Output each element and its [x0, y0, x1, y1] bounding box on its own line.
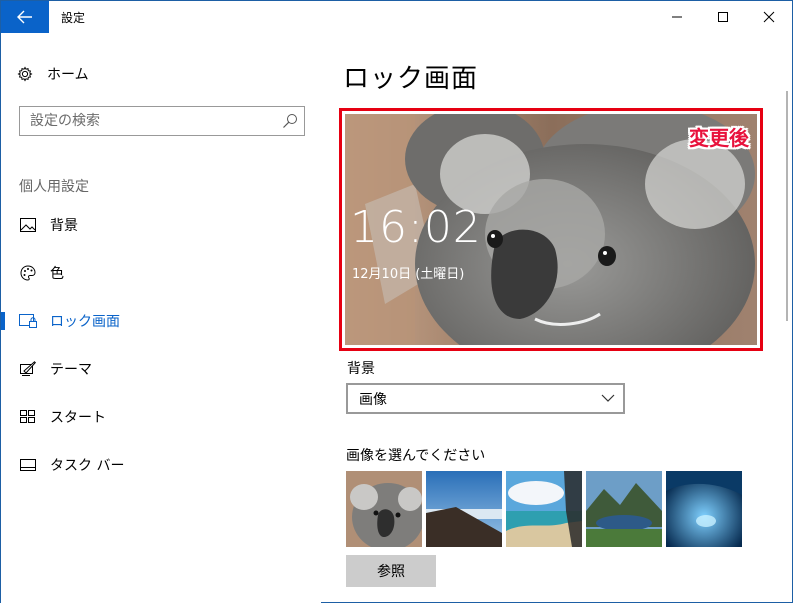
sidebar-item-start[interactable]: スタート [1, 397, 321, 437]
home-label: ホーム [47, 67, 89, 83]
sidebar-item-label: タスク バー [50, 458, 125, 474]
scrollbar[interactable] [786, 91, 788, 321]
chevron-down-icon [601, 394, 615, 402]
app-title: 設定 [61, 11, 86, 25]
lock-screen-icon [19, 313, 37, 329]
thumbnail-koala[interactable] [346, 471, 422, 547]
sidebar-item-home[interactable]: ホーム [17, 63, 89, 85]
thumbnail-mountain-lake[interactable] [586, 471, 662, 547]
back-button[interactable] [1, 1, 49, 33]
sidebar-item-theme[interactable]: テーマ [1, 349, 321, 389]
minimize-button[interactable] [654, 1, 700, 33]
thumbnail-cliff-horizon[interactable] [426, 471, 502, 547]
preview-date: 12月10日 (土曜日) [352, 267, 465, 282]
section-header: 個人用設定 [19, 179, 89, 195]
start-tiles-icon [19, 409, 37, 425]
settings-window: 設定 ホーム 個人用設定 [0, 0, 793, 603]
thumbnail-ice-cave[interactable] [666, 471, 742, 547]
sidebar-item-label: 色 [50, 266, 64, 282]
preview-clock: 16:02 [350, 202, 482, 253]
background-dropdown-value: 画像 [359, 391, 387, 408]
sidebar-item-label: 背景 [50, 218, 78, 234]
sidebar-item-background[interactable]: 背景 [1, 205, 321, 245]
search-icon[interactable] [282, 113, 298, 129]
sidebar-item-label: ロック画面 [50, 314, 120, 330]
close-icon [763, 11, 775, 23]
sidebar-item-label: テーマ [50, 362, 92, 378]
theme-brush-icon [19, 361, 37, 377]
title-bar: 設定 [1, 1, 792, 33]
main-content: ロック画面 16:02 12月10日 (土曜日) 変更後 背景 画像 画像を選ん… [321, 33, 792, 603]
browse-button[interactable]: 参照 [346, 555, 436, 587]
maximize-button[interactable] [700, 1, 746, 33]
thumbnail-row [346, 471, 746, 547]
choose-image-label: 画像を選んでください [346, 448, 486, 464]
sidebar-item-color[interactable]: 色 [1, 253, 321, 293]
palette-icon [19, 265, 37, 281]
lock-screen-preview: 16:02 12月10日 (土曜日) 変更後 [339, 108, 763, 351]
sidebar-item-taskbar[interactable]: タスク バー [1, 445, 321, 485]
page-title: ロック画面 [343, 64, 479, 94]
sidebar-item-label: スタート [50, 410, 106, 426]
search-input[interactable] [20, 107, 270, 135]
after-change-annotation: 変更後 [689, 126, 749, 150]
minimize-icon [672, 16, 682, 18]
thumbnail-beach-lagoon[interactable] [506, 471, 582, 547]
sidebar: ホーム 個人用設定 背景 色 ロック画面 [1, 33, 321, 603]
gear-icon [17, 66, 33, 82]
back-arrow-icon [17, 10, 32, 24]
sidebar-item-lock-screen[interactable]: ロック画面 [1, 301, 321, 341]
preview-image: 16:02 12月10日 (土曜日) 変更後 [345, 114, 757, 345]
close-button[interactable] [746, 1, 792, 33]
background-label: 背景 [347, 361, 375, 377]
taskbar-icon [19, 457, 37, 473]
maximize-icon [718, 12, 728, 22]
picture-icon [19, 217, 37, 233]
search-box[interactable] [19, 106, 305, 136]
background-dropdown[interactable]: 画像 [346, 383, 625, 414]
